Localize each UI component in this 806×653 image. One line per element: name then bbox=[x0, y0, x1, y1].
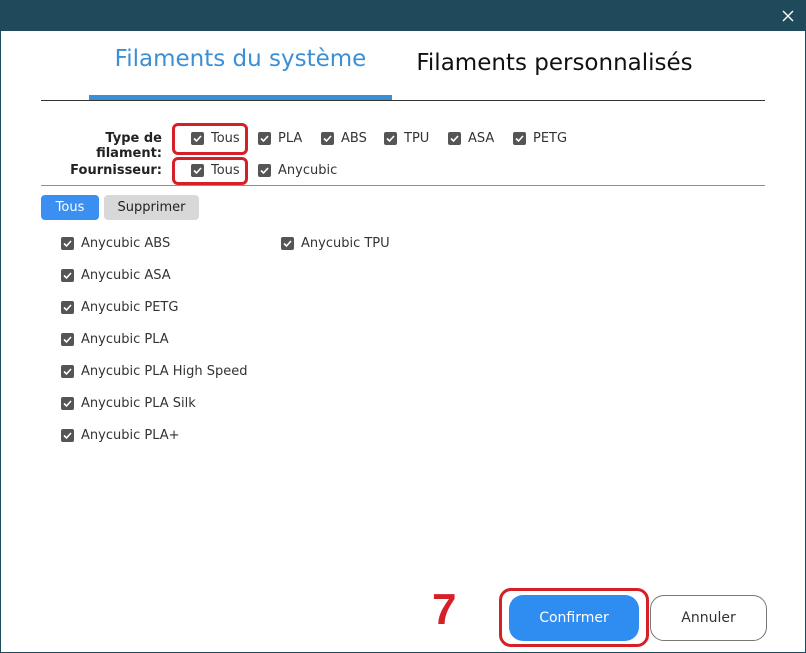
close-icon[interactable] bbox=[778, 6, 798, 26]
checkbox-checked-icon bbox=[61, 268, 74, 282]
filament-label: Anycubic ASA bbox=[81, 267, 171, 283]
tab-system-filaments[interactable]: Filaments du système bbox=[89, 46, 392, 98]
title-bar bbox=[0, 0, 806, 31]
select-all-button[interactable]: Tous bbox=[41, 195, 99, 220]
checkbox-checked-icon bbox=[61, 396, 74, 410]
highlight-box bbox=[172, 157, 248, 185]
step-number: 7 bbox=[432, 585, 457, 634]
vendor-checkbox-anycubic[interactable]: Anycubic bbox=[258, 161, 337, 179]
filament-label: Anycubic PLA bbox=[81, 331, 169, 347]
filament-item-pla-high-speed[interactable]: Anycubic PLA High Speed bbox=[61, 362, 248, 380]
checkbox-checked-icon bbox=[61, 364, 74, 378]
type-checkbox-abs[interactable]: ABS bbox=[321, 129, 367, 147]
checkbox-checked-icon bbox=[513, 131, 526, 145]
type-checkbox-pla[interactable]: PLA bbox=[258, 129, 302, 147]
type-checkbox-asa[interactable]: ASA bbox=[448, 129, 494, 147]
tab-custom-filaments[interactable]: Filaments personnalisés bbox=[392, 50, 717, 102]
cancel-button[interactable]: Annuler bbox=[650, 595, 767, 641]
checkbox-checked-icon bbox=[61, 236, 74, 250]
filament-item-pla[interactable]: Anycubic PLA bbox=[61, 330, 169, 348]
filament-label: Anycubic TPU bbox=[301, 235, 390, 251]
filament-label: Anycubic ABS bbox=[81, 235, 171, 251]
checkbox-checked-icon bbox=[258, 131, 271, 145]
checkbox-label: PLA bbox=[278, 130, 303, 146]
checkbox-checked-icon bbox=[321, 131, 334, 145]
filament-item-petg[interactable]: Anycubic PETG bbox=[61, 298, 178, 316]
checkbox-checked-icon bbox=[61, 428, 74, 442]
checkbox-label: Anycubic bbox=[278, 162, 338, 178]
checkbox-checked-icon bbox=[61, 300, 74, 314]
filament-item-pla-silk[interactable]: Anycubic PLA Silk bbox=[61, 394, 196, 412]
filament-item-tpu[interactable]: Anycubic TPU bbox=[281, 234, 390, 252]
checkbox-label: ASA bbox=[468, 130, 495, 146]
checkbox-checked-icon bbox=[448, 131, 461, 145]
filament-label: Anycubic PETG bbox=[81, 299, 179, 315]
type-checkbox-petg[interactable]: PETG bbox=[513, 129, 567, 147]
checkbox-checked-icon bbox=[384, 131, 397, 145]
section-divider bbox=[41, 185, 765, 186]
type-checkbox-tpu[interactable]: TPU bbox=[384, 129, 429, 147]
vendor-label: Fournisseur: bbox=[70, 163, 162, 178]
filament-item-asa[interactable]: Anycubic ASA bbox=[61, 266, 171, 284]
filament-item-pla-plus[interactable]: Anycubic PLA+ bbox=[61, 426, 180, 444]
filament-label: Anycubic PLA+ bbox=[81, 427, 180, 443]
tab-divider bbox=[41, 100, 765, 101]
filament-item-abs[interactable]: Anycubic ABS bbox=[61, 234, 170, 252]
filament-label: Anycubic PLA Silk bbox=[81, 395, 196, 411]
highlight-box bbox=[499, 588, 649, 647]
delete-button[interactable]: Supprimer bbox=[104, 195, 199, 220]
checkbox-label: PETG bbox=[533, 130, 568, 146]
checkbox-label: ABS bbox=[341, 130, 367, 146]
checkbox-checked-icon bbox=[61, 332, 74, 346]
filament-type-label: Type de filament: bbox=[96, 131, 162, 161]
checkbox-label: TPU bbox=[404, 130, 430, 146]
checkbox-checked-icon bbox=[281, 236, 294, 250]
filament-label: Anycubic PLA High Speed bbox=[81, 363, 248, 379]
checkbox-checked-icon bbox=[258, 163, 271, 177]
highlight-box bbox=[172, 123, 248, 155]
